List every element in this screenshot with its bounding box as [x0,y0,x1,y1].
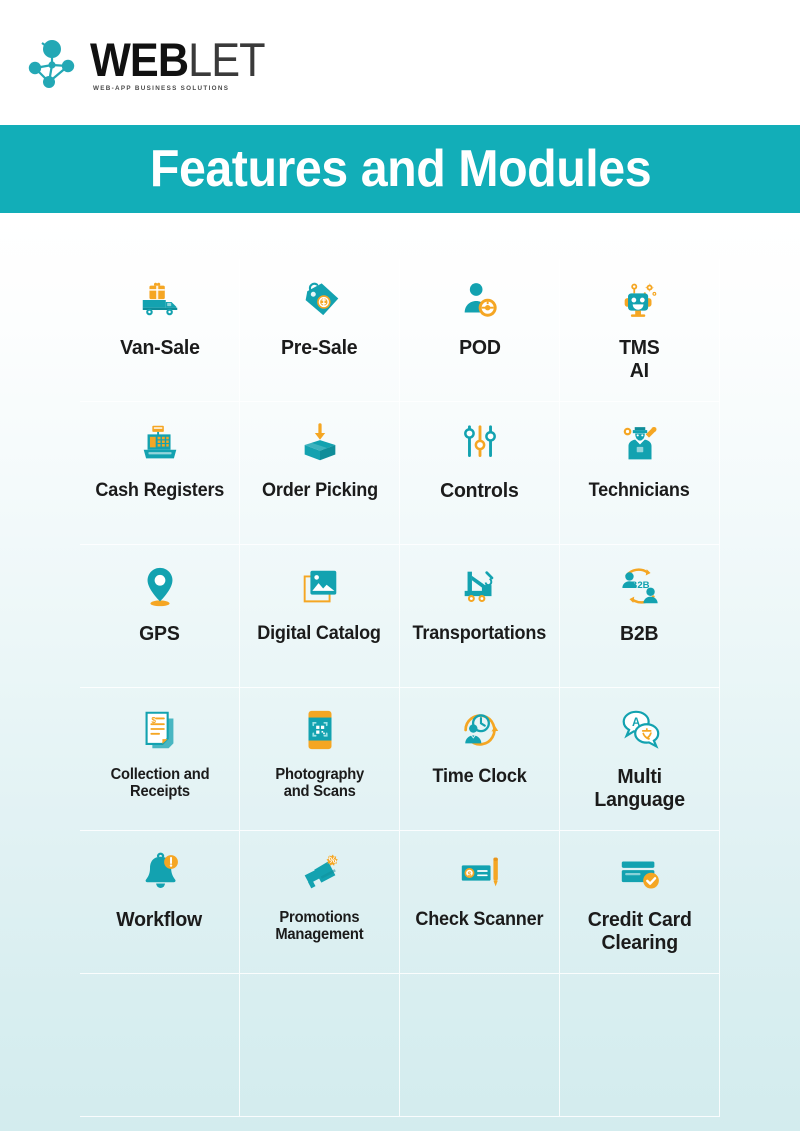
feature-cell[interactable]: Technicians [560,402,720,545]
bell-alert-icon [137,847,183,899]
feature-cell[interactable]: Transportations [400,545,560,688]
feature-cell-empty [400,974,560,1117]
feature-label: Collection and Receipts [110,766,209,801]
feature-label: Technicians [589,480,690,501]
feature-label: Transportations [412,623,547,644]
technician-worker-icon [617,418,663,470]
feature-cell[interactable]: Photography and Scans [240,688,400,831]
box-arrow-icon [297,418,343,470]
crane-truck-icon [457,561,503,613]
page-banner: Features and Modules [0,125,800,213]
cheque-pen-icon [457,847,503,899]
cash-register-icon [137,418,183,470]
feature-label: GPS [139,622,180,645]
feature-label: Digital Catalog [257,623,382,644]
translate-bubbles-icon [617,704,663,756]
feature-cell[interactable]: Promotions Management [240,831,400,974]
feature-label: Credit Card Clearing [587,908,692,954]
brand-name-light: LET [188,33,265,87]
feature-cell[interactable]: Pre-Sale [240,259,400,402]
feature-label: POD [458,336,501,359]
feature-cell[interactable]: POD [400,259,560,402]
feature-label: B2B [620,622,659,645]
image-gallery-icon [297,561,343,613]
feature-cell[interactable]: Digital Catalog [240,545,400,688]
feature-cell[interactable]: Check Scanner [400,831,560,974]
brand-logo[interactable]: WEBLET WEB-APP BUSINESS SOLUTIONS [22,32,280,94]
feature-cell[interactable]: TMS AI [560,259,720,402]
feature-cell[interactable]: Time Clock [400,688,560,831]
feature-modules-page: WEBLET WEB-APP BUSINESS SOLUTIONS Featur… [0,0,800,1131]
feature-label: Promotions Management [275,909,364,944]
feature-label: Cash Registers [95,480,224,501]
feature-cell[interactable]: Credit Card Clearing [560,831,720,974]
feature-label: Multi Language [594,765,685,811]
feature-cell-empty [240,974,400,1117]
network-nodes-logo-icon [22,32,84,94]
logo-header: WEBLET WEB-APP BUSINESS SOLUTIONS [0,0,800,125]
feature-cell[interactable]: B2B [560,545,720,688]
feature-cell[interactable]: Cash Registers [80,402,240,545]
time-clock-person-icon [457,704,503,756]
feature-label: Controls [440,479,519,502]
feature-label: Van-Sale [119,336,200,359]
megaphone-discount-icon [297,847,343,899]
feature-cell-empty [560,974,720,1117]
brand-wordmark: WEBLET WEB-APP BUSINESS SOLUTIONS [90,32,280,93]
features-grid: Van-Sale Pre-Sale POD TMS AI Cash Registers O… [80,259,720,1117]
feature-cell[interactable]: Order Picking [240,402,400,545]
feature-cell[interactable]: Van-Sale [80,259,240,402]
receipts-stack-icon [137,704,183,756]
credit-card-check-icon [617,847,663,899]
price-tag-icon [297,275,343,327]
feature-label: Time Clock [432,766,527,787]
feature-label: Pre-Sale [281,336,358,359]
feature-cell[interactable]: Controls [400,402,560,545]
sliders-icon [457,418,503,470]
brand-tagline: WEB-APP BUSINESS SOLUTIONS [93,85,230,93]
feature-cell-empty [80,974,240,1117]
driver-person-icon [457,275,503,327]
feature-label: Photography and Scans [275,766,364,801]
page-title: Features and Modules [149,140,651,198]
feature-cell[interactable]: Multi Language [560,688,720,831]
feature-label: Order Picking [261,480,378,501]
feature-cell[interactable]: Collection and Receipts [80,688,240,831]
feature-label: Check Scanner [415,909,544,930]
b2b-people-icon [617,561,663,613]
feature-label: Workflow [116,908,203,931]
feature-cell[interactable]: GPS [80,545,240,688]
features-section: Van-Sale Pre-Sale POD TMS AI Cash Registers O… [0,213,800,1131]
robot-icon [617,275,663,327]
feature-cell[interactable]: Workflow [80,831,240,974]
delivery-truck-icon [137,275,183,327]
map-pin-icon [137,561,183,613]
phone-qr-scan-icon [297,704,343,756]
feature-label: TMS AI [619,336,660,382]
brand-name-bold: WEB [90,33,189,87]
